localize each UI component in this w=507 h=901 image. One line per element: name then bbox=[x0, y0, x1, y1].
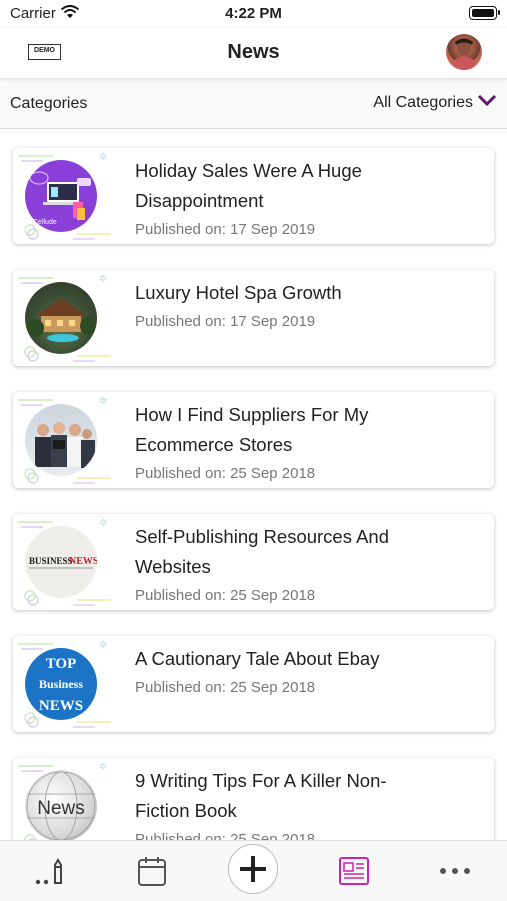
category-bar: Categories All Categories bbox=[0, 78, 507, 129]
tab-more[interactable] bbox=[425, 841, 485, 901]
page-title: News bbox=[227, 41, 280, 63]
plus-icon bbox=[240, 856, 266, 882]
article-thumbnail: Cellude bbox=[25, 160, 97, 232]
svg-text:✲: ✲ bbox=[99, 274, 107, 285]
tab-calendar[interactable] bbox=[122, 841, 182, 901]
categories-label: Categories bbox=[10, 95, 88, 112]
tab-news[interactable] bbox=[324, 841, 384, 901]
article-card[interactable]: ✲ News 9 Writing Tips For A Killer Non-F… bbox=[13, 758, 494, 840]
article-thumbnail bbox=[25, 282, 97, 354]
business-people-icon bbox=[35, 422, 95, 468]
avatar-image bbox=[450, 38, 478, 70]
article-title: Holiday Sales Were A Huge Disappointment bbox=[135, 160, 362, 211]
nav-bar: DEMO News bbox=[0, 28, 507, 78]
article-thumbnail: BUSINESS NEWS bbox=[25, 526, 97, 598]
article-title: A Cautionary Tale About Ebay bbox=[135, 648, 380, 669]
avatar[interactable] bbox=[446, 34, 482, 70]
add-button[interactable] bbox=[228, 844, 278, 894]
svg-text:✲: ✲ bbox=[99, 152, 107, 163]
pencil-dots-icon bbox=[35, 858, 62, 885]
article-thumbnail: News bbox=[25, 770, 97, 840]
article-date: Published on: 17 Sep 2019 bbox=[135, 313, 316, 330]
svg-text:✲: ✲ bbox=[99, 762, 107, 773]
top-business-news-logo: TOP Business NEWS bbox=[39, 656, 83, 714]
article-card[interactable]: ✲ BUSINESS NEWS Self-Publishing Resource… bbox=[13, 514, 494, 610]
article-title: Self-Publishing Resources And Websites bbox=[135, 526, 390, 577]
hotel-image-icon bbox=[26, 298, 97, 342]
newspaper-icon bbox=[339, 857, 369, 885]
battery-icon bbox=[469, 6, 500, 20]
category-selected: All Categories bbox=[373, 93, 473, 111]
tab-add[interactable] bbox=[223, 841, 283, 901]
laptop-graphic-icon: Cellude bbox=[29, 171, 91, 226]
news-globe-logo: News bbox=[26, 771, 96, 840]
article-card[interactable]: ✲ TOP Business NEWS A Cautionary Tale Ab… bbox=[13, 636, 494, 732]
calendar-icon bbox=[138, 857, 166, 886]
status-time: 4:22 PM bbox=[225, 5, 282, 22]
article-date: Published on: 17 Sep 2019 bbox=[135, 221, 316, 238]
article-title: How I Find Suppliers For My Ecommerce St… bbox=[135, 404, 369, 455]
svg-text:✲: ✲ bbox=[99, 396, 107, 407]
tab-edit[interactable] bbox=[22, 841, 82, 901]
svg-text:NEWS: NEWS bbox=[69, 556, 97, 567]
article-card[interactable]: ✲ Luxury Hotel Spa Growth Published on: … bbox=[13, 270, 494, 366]
category-dropdown[interactable]: All Categories bbox=[373, 93, 497, 112]
article-date: Published on: 25 Sep 2018 bbox=[135, 679, 316, 696]
article-date: Published on: 25 Sep 2018 bbox=[135, 831, 316, 840]
svg-text:NEWS: NEWS bbox=[39, 698, 83, 714]
article-card[interactable]: ✲ How I Find Suppliers For My Ecommerce … bbox=[13, 392, 494, 488]
article-list[interactable]: ✲ Cellude Holiday Sales Were A Huge Disa… bbox=[0, 128, 507, 840]
status-bar: Carrier 4:22 PM bbox=[0, 0, 507, 28]
article-title: Luxury Hotel Spa Growth bbox=[135, 282, 342, 303]
article-thumbnail bbox=[25, 404, 97, 476]
article-title: 9 Writing Tips For A Killer Non-Fiction … bbox=[135, 770, 387, 821]
more-icon bbox=[440, 868, 470, 874]
chevron-down-icon bbox=[477, 93, 497, 112]
article-date: Published on: 25 Sep 2018 bbox=[135, 465, 316, 482]
tab-bar bbox=[0, 840, 507, 901]
article-card[interactable]: ✲ Cellude Holiday Sales Were A Huge Disa… bbox=[13, 148, 494, 244]
article-date: Published on: 25 Sep 2018 bbox=[135, 587, 316, 604]
svg-text:✲: ✲ bbox=[99, 518, 107, 529]
svg-text:✲: ✲ bbox=[99, 640, 107, 651]
svg-text:News: News bbox=[37, 798, 85, 819]
svg-text:BUSINESS: BUSINESS bbox=[29, 556, 73, 566]
business-news-logo: BUSINESS NEWS bbox=[29, 556, 97, 569]
article-thumbnail: TOP Business NEWS bbox=[25, 648, 97, 720]
svg-text:Business: Business bbox=[39, 677, 83, 691]
svg-text:TOP: TOP bbox=[46, 656, 77, 672]
